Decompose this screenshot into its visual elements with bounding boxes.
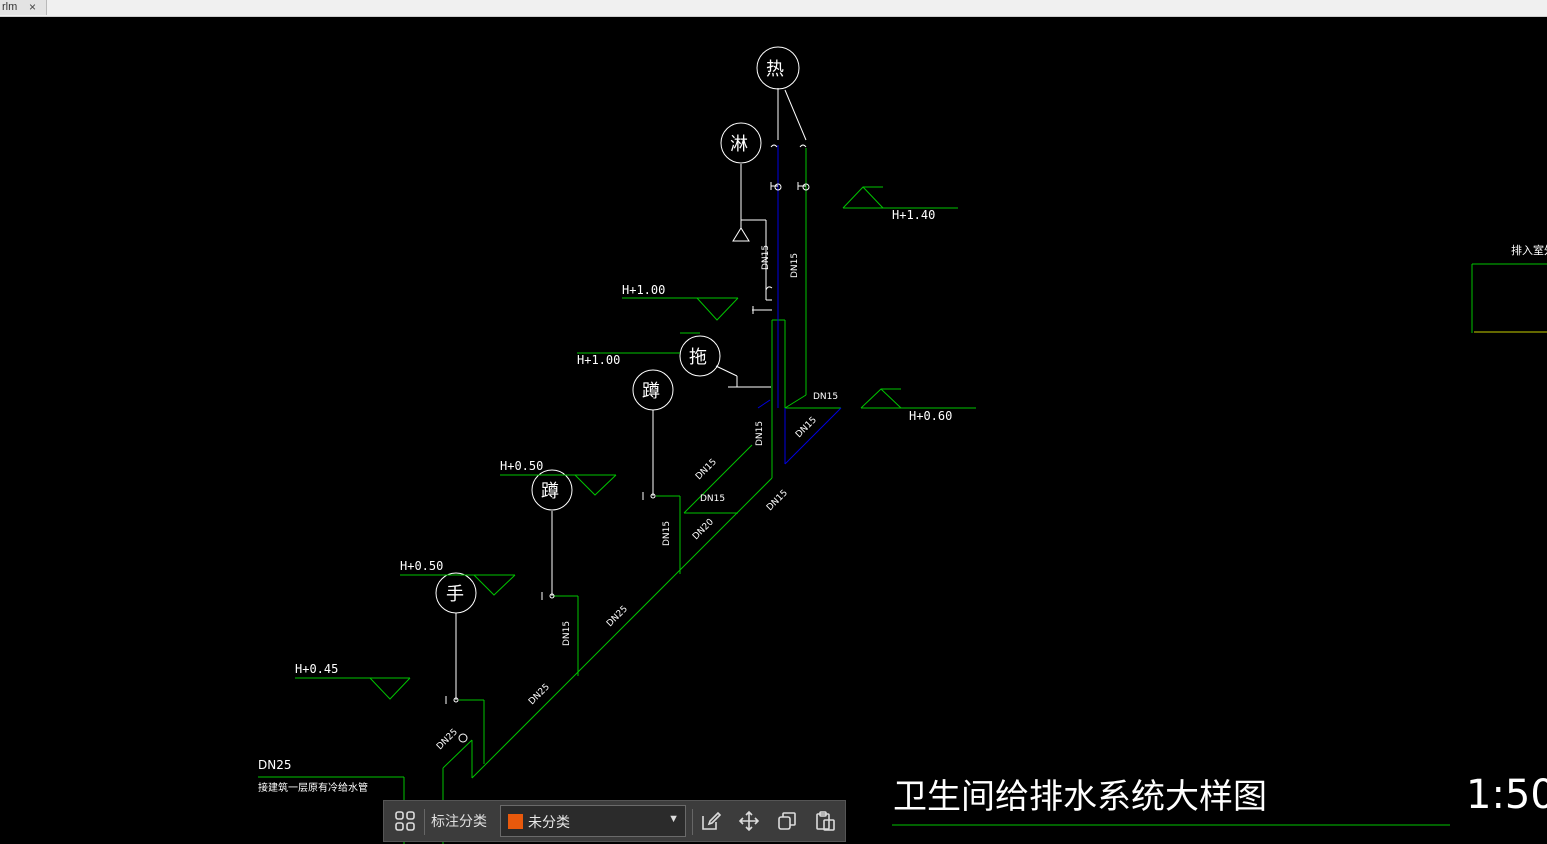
elevation-text: H+1.00 [622, 283, 665, 297]
pipe-label: DN15 [790, 253, 800, 278]
elevation-text: H+0.50 [400, 559, 443, 573]
inlet-note: 接建筑一层原有冷给水管 [258, 781, 368, 794]
fixture-label-shower: 淋 [730, 134, 748, 155]
drawing-title: 卫生间给排水系统大样图 [893, 777, 1267, 817]
fixture-label-squat-2: 蹲 [541, 481, 559, 502]
pipe-label: DN15 [694, 457, 719, 482]
category-select[interactable]: 未分类 ▼ [500, 805, 686, 837]
elevation-text: H+0.50 [500, 459, 543, 473]
grid-apps-icon[interactable] [390, 806, 420, 836]
tab-label: rlm [2, 1, 18, 13]
category-color-swatch [508, 814, 523, 829]
category-selected-value: 未分类 [528, 814, 570, 830]
cad-drawing-canvas[interactable]: 热 淋 拖 蹲 蹲 手 H+1.40 H+1.00 H+1.00 H+0.60 … [0, 16, 1547, 844]
pipe-label: DN15 [662, 521, 672, 546]
pipe-label: DN15 [765, 488, 790, 513]
toolbar-divider [692, 809, 693, 835]
elevation-text: H+0.45 [295, 662, 338, 676]
toolbar-divider [424, 809, 425, 835]
inlet-size-label: DN25 [258, 758, 292, 772]
elevation-text: H+0.60 [909, 409, 952, 423]
pipe-label: DN15 [794, 415, 819, 440]
category-label: 标注分类 [431, 813, 487, 829]
fixture-symbols [435, 46, 800, 614]
paste-icon[interactable] [810, 806, 840, 836]
elevation-text: H+1.00 [577, 353, 620, 367]
fixture-label-heater: 热 [766, 59, 784, 80]
white-fixture-lines [445, 88, 810, 743]
elevation-markers [295, 186, 1450, 826]
chevron-down-icon: ▼ [668, 813, 679, 825]
blue-pipe-network [757, 145, 842, 465]
edit-icon[interactable] [696, 806, 726, 836]
move-icon[interactable] [734, 806, 764, 836]
window-top-bar: rlm × [0, 0, 1547, 17]
pipe-label: DN25 [605, 604, 630, 629]
elevation-text: H+1.40 [892, 208, 935, 222]
document-tab[interactable]: rlm × [0, 0, 47, 15]
pipe-label: DN25 [527, 682, 552, 707]
pipe-label: DN15 [755, 421, 765, 446]
close-icon[interactable]: × [29, 0, 36, 14]
outlet-note: 排入室外 [1511, 243, 1547, 257]
drawing-scale: 1:50 [1466, 772, 1547, 818]
fixture-label-basin: 手 [446, 584, 464, 605]
annotation-toolbar: 标注分类 未分类 ▼ [383, 800, 846, 842]
pipe-label: DN15 [700, 494, 725, 504]
copy-icon[interactable] [772, 806, 802, 836]
fixture-label-mop: 拖 [689, 347, 707, 368]
pipe-label: DN25 [435, 727, 460, 752]
pipe-label: DN15 [562, 621, 572, 646]
fixture-label-squat-1: 蹲 [642, 381, 660, 402]
pipe-label: DN15 [813, 392, 838, 402]
pipe-label: DN15 [761, 245, 771, 270]
